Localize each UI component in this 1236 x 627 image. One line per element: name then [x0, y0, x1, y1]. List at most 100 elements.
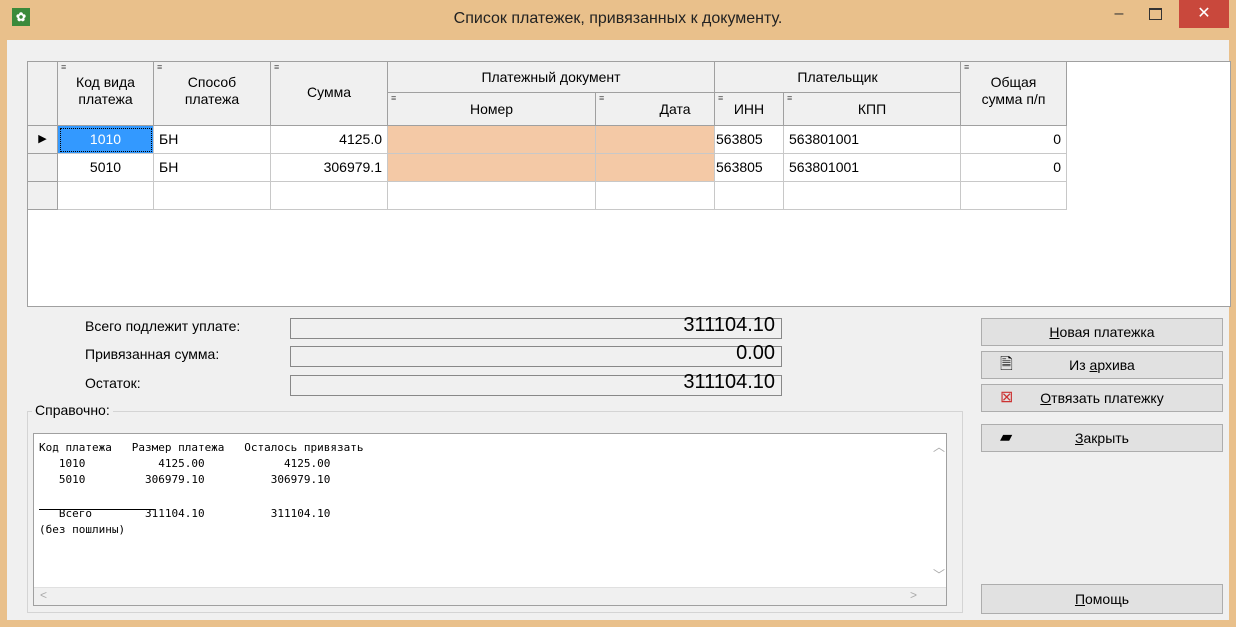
ostatok-field: 311104.10	[290, 371, 782, 396]
col-header-obshaya[interactable]: ≡ Общая сумма п/п	[961, 62, 1067, 126]
ostatok-value: 311104.10	[683, 371, 775, 393]
row-indicator-current[interactable]: ▶	[28, 126, 58, 154]
col-group-platelshik: Плательщик	[715, 62, 961, 93]
cell-summa[interactable]: 306979.1	[271, 154, 388, 182]
cell-empty[interactable]	[388, 182, 596, 210]
col-header-summa[interactable]: ≡ Сумма	[271, 62, 388, 126]
col-header-data[interactable]: ≡ Дата	[596, 93, 715, 126]
close-window-button[interactable]: ✕	[1179, 0, 1229, 28]
cell-kpp[interactable]: 563801001	[784, 126, 961, 154]
payments-grid[interactable]: ≡ Код вида платежа ≡ Способ платежа ≡ Су…	[27, 61, 1231, 307]
cell-summa[interactable]: 4125.0	[271, 126, 388, 154]
cell-data[interactable]	[596, 126, 715, 154]
help-button-hotkey: П	[1074, 591, 1086, 607]
cell-kod[interactable]: 1010	[58, 126, 154, 154]
cell-empty[interactable]	[271, 182, 388, 210]
vsego-value: 311104.10	[683, 314, 775, 336]
column-marker-icon: ≡	[964, 62, 970, 72]
col-header-sposob-line2: платежа	[184, 91, 240, 107]
col-header-kpp-label: КПП	[857, 101, 887, 117]
new-payment-button-label: овая платежка	[1059, 324, 1155, 340]
cell-empty[interactable]	[58, 182, 154, 210]
memo-line-5010: 5010 306979.10 306979.10	[39, 473, 331, 486]
cell-nomer[interactable]	[388, 154, 596, 182]
new-payment-button-hotkey: Н	[1049, 324, 1060, 340]
cell-sposob[interactable]: БН	[154, 154, 271, 182]
col-header-nomer[interactable]: ≡ Номер	[388, 93, 596, 126]
row-indicator[interactable]	[28, 154, 58, 182]
col-group-platelshik-label: Плательщик	[797, 69, 878, 85]
col-header-kod[interactable]: ≡ Код вида платежа	[58, 62, 154, 126]
cell-obshaya[interactable]: 0	[961, 154, 1067, 182]
cell-empty[interactable]	[961, 182, 1067, 210]
cell-data[interactable]	[596, 154, 715, 182]
cell-inn[interactable]: 563805	[715, 126, 784, 154]
vsego-label: Всего подлежит уплате:	[85, 318, 241, 334]
col-header-inn-label: ИНН	[733, 101, 765, 117]
privyaz-value: 0.00	[736, 342, 775, 364]
memo-separator	[39, 509, 154, 510]
col-header-kpp[interactable]: ≡ КПП	[784, 93, 961, 126]
new-payment-button[interactable]: Новая платежка	[981, 318, 1223, 346]
archive-document-icon: 🗎	[1000, 356, 1013, 373]
column-marker-icon: ≡	[61, 62, 67, 72]
scroll-up-icon[interactable]: ︿	[933, 438, 945, 455]
cell-empty[interactable]	[154, 182, 271, 210]
scroll-left-icon[interactable]: <	[40, 588, 47, 602]
column-marker-icon: ≡	[718, 93, 724, 103]
privyaz-field: 0.00	[290, 342, 782, 367]
unlink-payment-button[interactable]: ⊠ Отвязать платежку	[981, 384, 1223, 412]
vsego-field: 311104.10	[290, 314, 782, 339]
col-header-kod-line2: платежа	[78, 91, 133, 107]
memo-vertical-scrollbar[interactable]: ︿ ﹀	[929, 434, 946, 588]
cell-empty[interactable]	[596, 182, 715, 210]
unlink-cross-icon: ⊠	[1000, 389, 1014, 406]
close-button[interactable]: ▰ Закрыть	[981, 424, 1223, 452]
privyaz-label: Привязанная сумма:	[85, 346, 220, 362]
from-archive-button-label: рхива	[1097, 357, 1135, 373]
maximize-icon	[1148, 8, 1162, 20]
cell-empty[interactable]	[784, 182, 961, 210]
col-header-inn[interactable]: ≡ ИНН	[715, 93, 784, 126]
scroll-right-icon[interactable]: >	[910, 588, 917, 602]
unlink-payment-button-hotkey: О	[1040, 390, 1052, 406]
col-header-obshaya-line2: сумма п/п	[981, 91, 1046, 107]
exit-door-icon: ▰	[1000, 429, 1013, 446]
cell-inn[interactable]: 563805	[715, 154, 784, 182]
memo-note: (без пошлины)	[39, 523, 126, 536]
from-archive-button-label-pre: Из	[1069, 357, 1090, 373]
reference-memo[interactable]: Код платежа Размер платежа Осталось прив…	[33, 433, 947, 606]
row-indicator-new[interactable]	[28, 182, 58, 210]
col-header-kod-line1: Код вида	[76, 74, 135, 90]
memo-horizontal-scrollbar[interactable]: < >	[34, 587, 946, 605]
cell-kod[interactable]: 5010	[58, 154, 154, 182]
close-button-label: акрыть	[1083, 430, 1129, 446]
cell-kpp[interactable]: 563801001	[784, 154, 961, 182]
col-header-obshaya-line1: Общая	[990, 74, 1037, 90]
maximize-button[interactable]	[1140, 2, 1170, 26]
cell-empty[interactable]	[715, 182, 784, 210]
from-archive-button[interactable]: 🗎 Из архива	[981, 351, 1223, 379]
col-header-nomer-label: Номер	[469, 101, 514, 117]
window-title: Список платежек, привязанных к документу…	[453, 10, 783, 27]
col-group-platdoc: Платежный документ	[388, 62, 715, 93]
reference-group-label: Справочно:	[32, 402, 113, 418]
scroll-down-icon[interactable]: ﹀	[933, 566, 945, 583]
memo-header: Код платежа Размер платежа Осталось прив…	[39, 441, 364, 454]
cell-sposob[interactable]: БН	[154, 126, 271, 154]
memo-line-1010: 1010 4125.00 4125.00	[39, 457, 331, 470]
cell-obshaya[interactable]: 0	[961, 126, 1067, 154]
col-header-summa-label: Сумма	[307, 84, 351, 100]
minimize-button[interactable]: –	[1104, 2, 1134, 26]
col-header-data-label: Дата	[659, 101, 691, 117]
column-marker-icon: ≡	[391, 93, 397, 103]
ostatok-label: Остаток:	[85, 375, 141, 391]
title-bar: ✿ Список платежек, привязанных к докумен…	[0, 0, 1236, 40]
help-button[interactable]: Помощь	[981, 584, 1223, 614]
column-marker-icon: ≡	[787, 93, 793, 103]
column-marker-icon: ≡	[274, 62, 280, 72]
help-button-label: омощь	[1085, 591, 1130, 607]
close-button-hotkey: З	[1075, 430, 1084, 446]
cell-nomer[interactable]	[388, 126, 596, 154]
col-header-sposob[interactable]: ≡ Способ платежа	[154, 62, 271, 126]
